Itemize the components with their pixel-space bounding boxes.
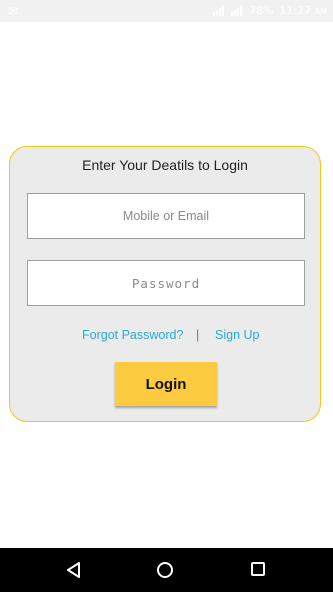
password-input[interactable] <box>27 260 305 306</box>
recents-icon[interactable] <box>251 562 265 576</box>
navigation-bar <box>0 548 333 592</box>
status-right: 78% 11:27 AM <box>212 4 327 17</box>
login-card-title: Enter Your Deatils to Login <box>82 157 248 173</box>
battery-level: 78% <box>248 4 274 17</box>
cell-signal-icon <box>230 5 243 16</box>
back-icon[interactable] <box>66 562 82 578</box>
wifi-signal-icon <box>212 5 225 16</box>
status-bar: ✉ 78% 11:27 AM <box>0 0 333 22</box>
clock-ampm: AM <box>314 7 327 16</box>
home-icon[interactable] <box>157 562 173 578</box>
link-separator: | <box>196 328 200 342</box>
notification-icon: ✉ <box>8 4 19 18</box>
sign-up-link[interactable]: Sign Up <box>215 328 259 342</box>
forgot-password-link[interactable]: Forgot Password? <box>82 328 183 342</box>
mobile-email-input[interactable] <box>27 193 305 239</box>
login-button[interactable]: Login <box>115 362 217 406</box>
clock: 11:27 AM <box>279 4 327 17</box>
login-card: Enter Your Deatils to Login Forgot Passw… <box>9 146 321 422</box>
clock-time: 11:27 <box>279 4 312 17</box>
